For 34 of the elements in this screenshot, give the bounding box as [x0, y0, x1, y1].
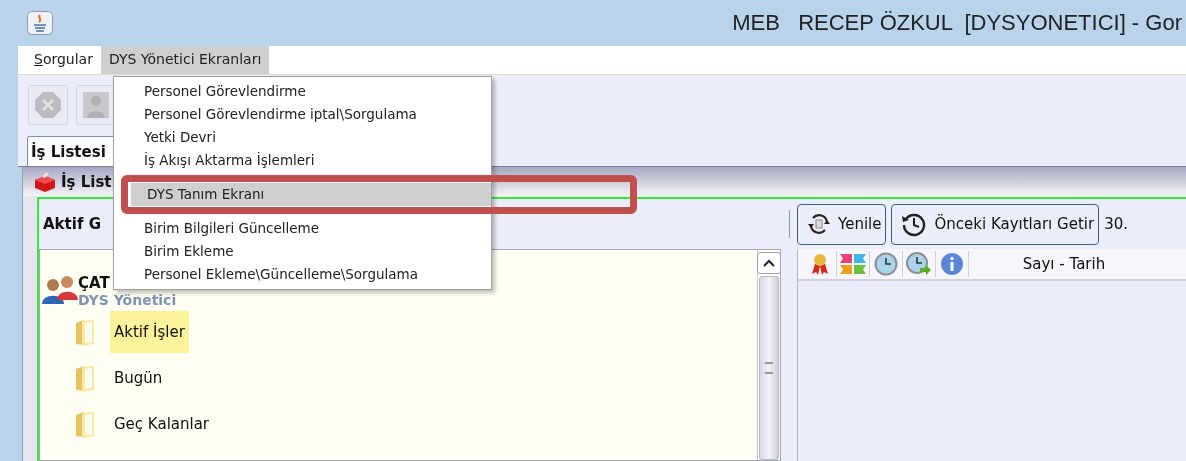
menu-item[interactable]: Yetki Devri: [114, 126, 491, 149]
menu-item[interactable]: DYS Tanım Ekranı: [131, 183, 491, 206]
refresh-button[interactable]: Yenile: [797, 203, 887, 245]
app-icon: [27, 11, 53, 35]
column-header[interactable]: Sayı - Tarih: [1022, 255, 1106, 273]
menu-item[interactable]: Birim Bilgileri Güncelleme: [114, 217, 491, 240]
menu-item[interactable]: Personel Görevlendirme iptal\Sorgulama: [114, 103, 491, 126]
toolbox-icon: [33, 171, 57, 192]
frame-title: İş List: [61, 172, 112, 191]
tree-item[interactable]: Geç Kalanlar: [110, 403, 214, 445]
clock-arrow-icon: [906, 252, 932, 276]
refresh-icon: [806, 211, 832, 237]
clock-icon: [874, 252, 898, 276]
menu-item[interactable]: Sorgular: [26, 46, 101, 74]
scroll-up-icon[interactable]: [757, 252, 781, 274]
ribbon-icon: [810, 252, 830, 276]
menu-item[interactable]: DYS Yönetici Ekranları: [100, 46, 270, 74]
menu-item[interactable]: Personel Ekleme\Güncelleme\Sorgulama: [114, 263, 491, 286]
date-text: 30.: [1104, 215, 1128, 233]
grip-icon: [765, 362, 773, 374]
window-title: MEB RECEP ÖZKUL [DYSYONETICI] - Gor: [732, 10, 1182, 36]
menu-item[interactable]: Personel Görevlendirme: [114, 80, 491, 103]
info-icon: [940, 252, 964, 276]
menu-item[interactable]: İş Akışı Aktarma İşlemleri: [114, 149, 491, 172]
users-icon: [40, 274, 80, 304]
scrollbar[interactable]: [757, 250, 780, 460]
menu-item[interactable]: Birim Ekleme: [114, 240, 491, 263]
tree-item[interactable]: Aktif İşler: [110, 311, 189, 353]
panel-header: Aktif G: [42, 214, 101, 235]
tree-root-label[interactable]: ÇAT: [78, 274, 110, 292]
role-label: DYS Yönetici: [78, 292, 177, 308]
tree-item[interactable]: Bugün: [110, 357, 167, 399]
flags-icon: [839, 253, 867, 275]
history-button[interactable]: Önceki Kayıtları Getir: [891, 203, 1100, 245]
